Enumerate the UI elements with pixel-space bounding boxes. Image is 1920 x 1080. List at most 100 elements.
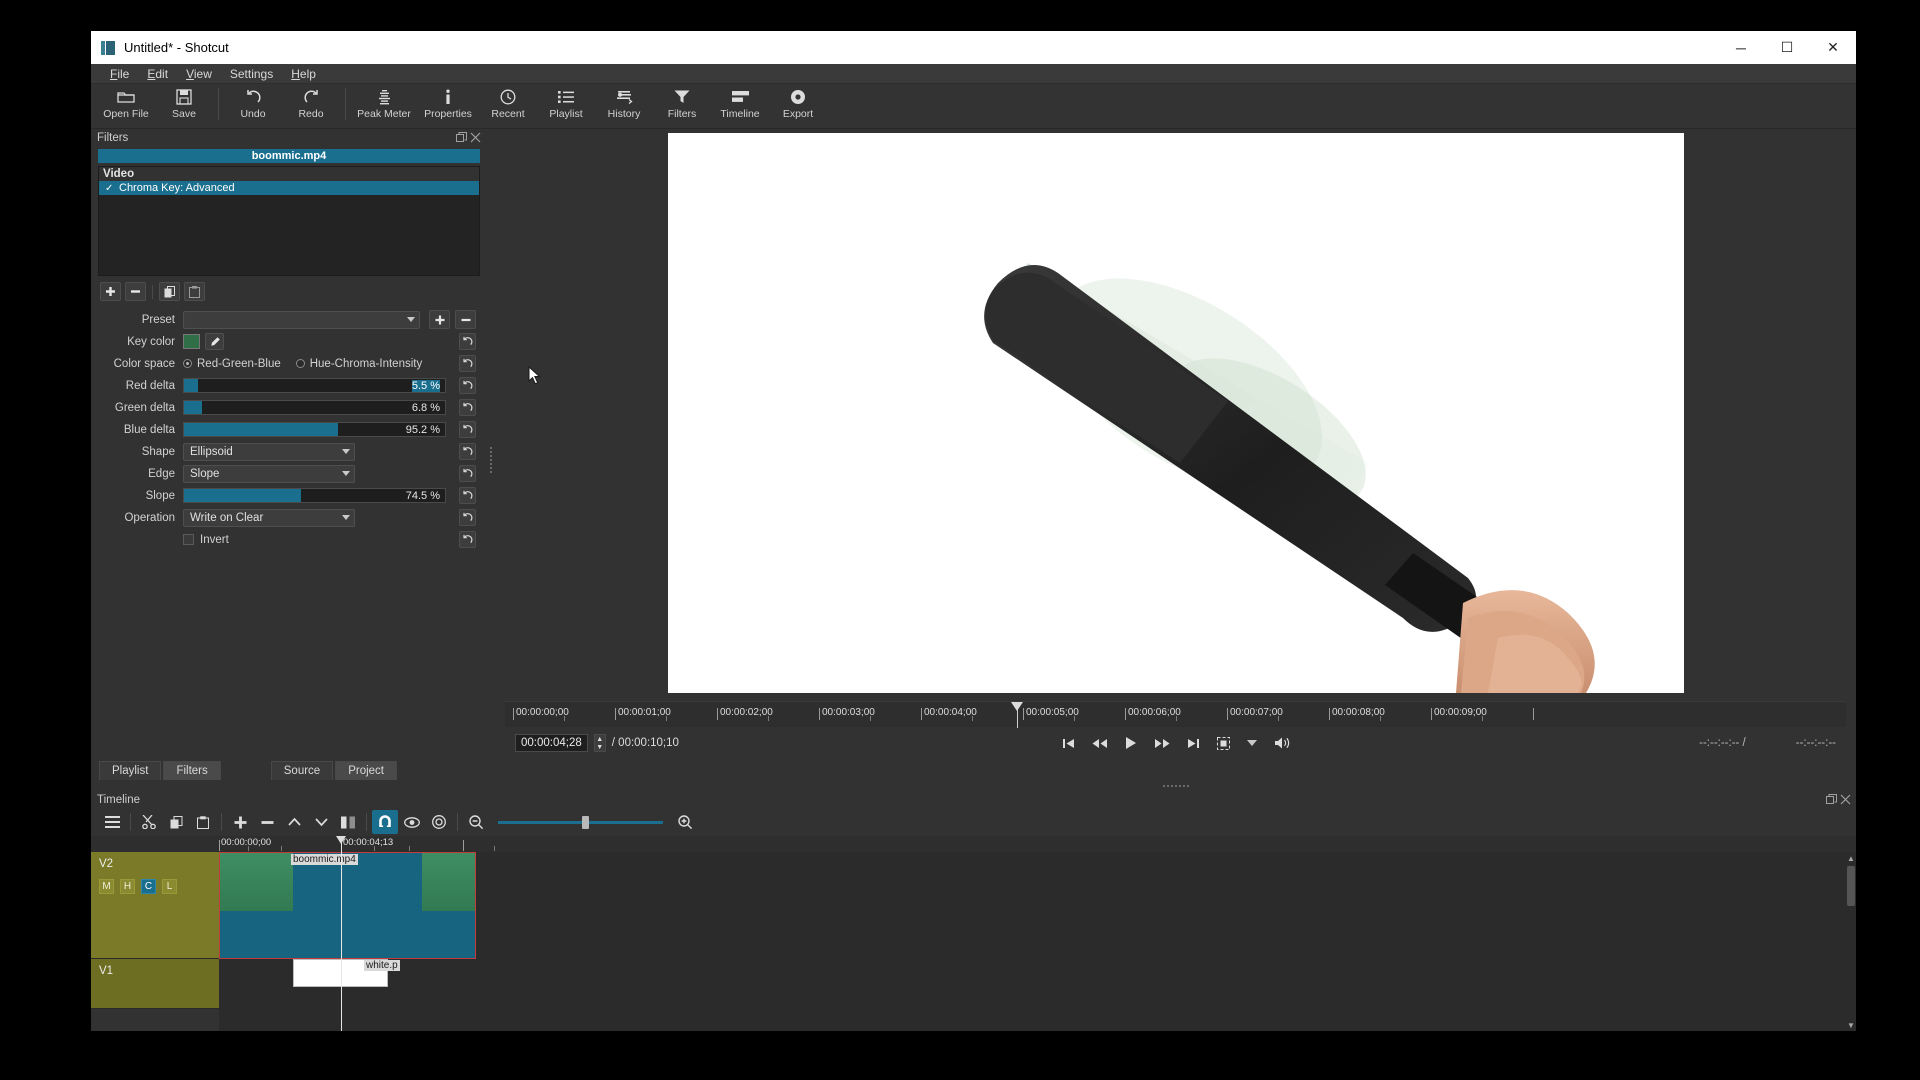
panel-splitter[interactable]	[486, 129, 495, 791]
reset-operation-button[interactable]	[459, 509, 476, 526]
zoom-timeline-in-button[interactable]	[672, 810, 698, 834]
timeline-playhead[interactable]	[336, 836, 346, 844]
append-button[interactable]	[227, 810, 253, 834]
split-button[interactable]	[335, 810, 361, 834]
tab-project[interactable]: Project	[335, 761, 397, 780]
delete-preset-button[interactable]	[455, 310, 476, 329]
ripple-delete-button[interactable]	[254, 810, 280, 834]
rewind-button[interactable]	[1092, 737, 1108, 750]
toolbar-redo[interactable]: Redo	[282, 84, 340, 127]
timeline-track-v1[interactable]: white.p	[219, 959, 1856, 1009]
menu-help[interactable]: Help	[282, 64, 325, 84]
reset-shape-button[interactable]	[459, 443, 476, 460]
shape-combobox[interactable]: Ellipsoid	[183, 443, 355, 461]
track-hide-flag[interactable]: H	[120, 879, 135, 894]
toolbar-history[interactable]: History	[595, 84, 653, 127]
color-space-rgb-radio[interactable]: Red-Green-Blue	[183, 358, 291, 370]
timeline-zoom-slider[interactable]	[498, 815, 663, 829]
timeline-tracks-area[interactable]: 00:00:00;00 00:00:04;13	[219, 836, 1856, 1031]
scroll-up-arrow-icon[interactable]: ▲	[1846, 852, 1856, 864]
lift-button[interactable]	[281, 810, 307, 834]
color-space-hci-radio[interactable]: Hue-Chroma-Intensity	[296, 358, 432, 370]
toolbar-undo[interactable]: Undo	[224, 84, 282, 127]
menu-settings[interactable]: Settings	[221, 64, 282, 84]
reset-color-space-button[interactable]	[459, 355, 476, 372]
video-preview[interactable]	[668, 133, 1684, 693]
filter-list[interactable]: Video ✓ Chroma Key: Advanced	[98, 166, 480, 276]
paste-filters-button[interactable]	[184, 282, 205, 301]
track-head-v2[interactable]: V2 M H C L	[91, 852, 219, 959]
reset-red-delta-button[interactable]	[459, 377, 476, 394]
red-delta-slider[interactable]: 5.5 %	[183, 378, 446, 393]
toolbar-peak-meter[interactable]: Peak Meter	[351, 84, 417, 127]
timeline-clip-boommic[interactable]: boommic.mp4	[219, 852, 476, 959]
save-preset-button[interactable]	[429, 310, 450, 329]
reset-green-delta-button[interactable]	[459, 399, 476, 416]
spinner-up-icon[interactable]: ▲	[595, 735, 605, 743]
toolbar-recent[interactable]: Recent	[479, 84, 537, 127]
zoom-slider-knob[interactable]	[582, 816, 589, 829]
reset-key-color-button[interactable]	[459, 333, 476, 350]
eyedropper-button[interactable]	[205, 333, 224, 350]
filter-enabled-checkmark-icon[interactable]: ✓	[105, 183, 114, 194]
track-head-v1[interactable]: V1	[91, 959, 219, 1009]
key-color-swatch[interactable]	[183, 334, 200, 349]
grid-dropdown-button[interactable]	[1247, 740, 1257, 747]
paste-button[interactable]	[190, 810, 216, 834]
close-dock-icon[interactable]	[470, 132, 482, 144]
grid-button[interactable]	[1217, 737, 1230, 750]
scroll-down-arrow-icon[interactable]: ▼	[1846, 1019, 1856, 1031]
maximize-button[interactable]: ☐	[1764, 31, 1810, 64]
player-playhead[interactable]	[1011, 702, 1023, 711]
edge-combobox[interactable]: Slope	[183, 465, 355, 483]
spinner-down-icon[interactable]: ▼	[595, 743, 605, 751]
snap-button[interactable]	[372, 810, 398, 834]
operation-combobox[interactable]: Write on Clear	[183, 509, 355, 527]
skip-to-start-button[interactable]	[1062, 737, 1075, 750]
reset-blue-delta-button[interactable]	[459, 421, 476, 438]
tab-source[interactable]: Source	[271, 761, 333, 780]
track-mute-flag[interactable]: M	[99, 879, 114, 894]
slope-slider[interactable]: 74.5 %	[183, 488, 446, 503]
skip-to-end-button[interactable]	[1187, 737, 1200, 750]
track-composite-flag[interactable]: C	[141, 879, 156, 894]
horizontal-splitter[interactable]	[495, 781, 1856, 791]
reset-invert-button[interactable]	[459, 531, 476, 548]
timeline-track-v2[interactable]: boommic.mp4	[219, 852, 1856, 959]
timeline-ruler[interactable]: 00:00:00;00 00:00:04;13	[219, 836, 1856, 852]
remove-filter-button[interactable]	[125, 282, 146, 301]
scrub-while-dragging-button[interactable]	[399, 810, 425, 834]
toolbar-save[interactable]: Save	[155, 84, 213, 127]
minimize-button[interactable]: ─	[1718, 31, 1764, 64]
invert-checkbox-row[interactable]: Invert	[183, 534, 229, 546]
tab-playlist[interactable]: Playlist	[99, 761, 161, 780]
reset-slope-button[interactable]	[459, 487, 476, 504]
add-filter-button[interactable]	[100, 282, 121, 301]
preset-combobox[interactable]	[183, 311, 420, 329]
timeline-vertical-scrollbar[interactable]: ▲ ▼	[1846, 852, 1856, 1031]
toolbar-playlist[interactable]: Playlist	[537, 84, 595, 127]
blue-delta-slider[interactable]: 95.2 %	[183, 422, 446, 437]
current-position-field[interactable]: 00:00:04;28	[515, 734, 588, 752]
play-button[interactable]	[1125, 736, 1137, 750]
menu-file[interactable]: File	[101, 64, 138, 84]
volume-button[interactable]	[1274, 736, 1290, 750]
overwrite-button[interactable]	[308, 810, 334, 834]
close-timeline-icon[interactable]	[1840, 794, 1852, 806]
timeline-menu-button[interactable]	[99, 810, 125, 834]
copy-button[interactable]	[163, 810, 189, 834]
green-delta-slider[interactable]: 6.8 %	[183, 400, 446, 415]
reset-edge-button[interactable]	[459, 465, 476, 482]
toolbar-export[interactable]: Export	[769, 84, 827, 127]
toolbar-filters[interactable]: Filters	[653, 84, 711, 127]
tab-filters[interactable]: Filters	[163, 761, 220, 780]
filter-item-chroma-key-advanced[interactable]: ✓ Chroma Key: Advanced	[99, 181, 479, 195]
ripple-all-tracks-button[interactable]	[426, 810, 452, 834]
position-spinner[interactable]: ▲ ▼	[594, 734, 606, 752]
player-scrubber[interactable]: 00:00:00;00 00:00:01;00 00:00:02;00 00:0…	[505, 701, 1846, 727]
float-dock-icon[interactable]	[456, 132, 468, 144]
float-timeline-icon[interactable]	[1826, 794, 1838, 806]
cut-button[interactable]	[136, 810, 162, 834]
close-button[interactable]: ✕	[1810, 31, 1856, 64]
copy-filters-button[interactable]	[159, 282, 180, 301]
